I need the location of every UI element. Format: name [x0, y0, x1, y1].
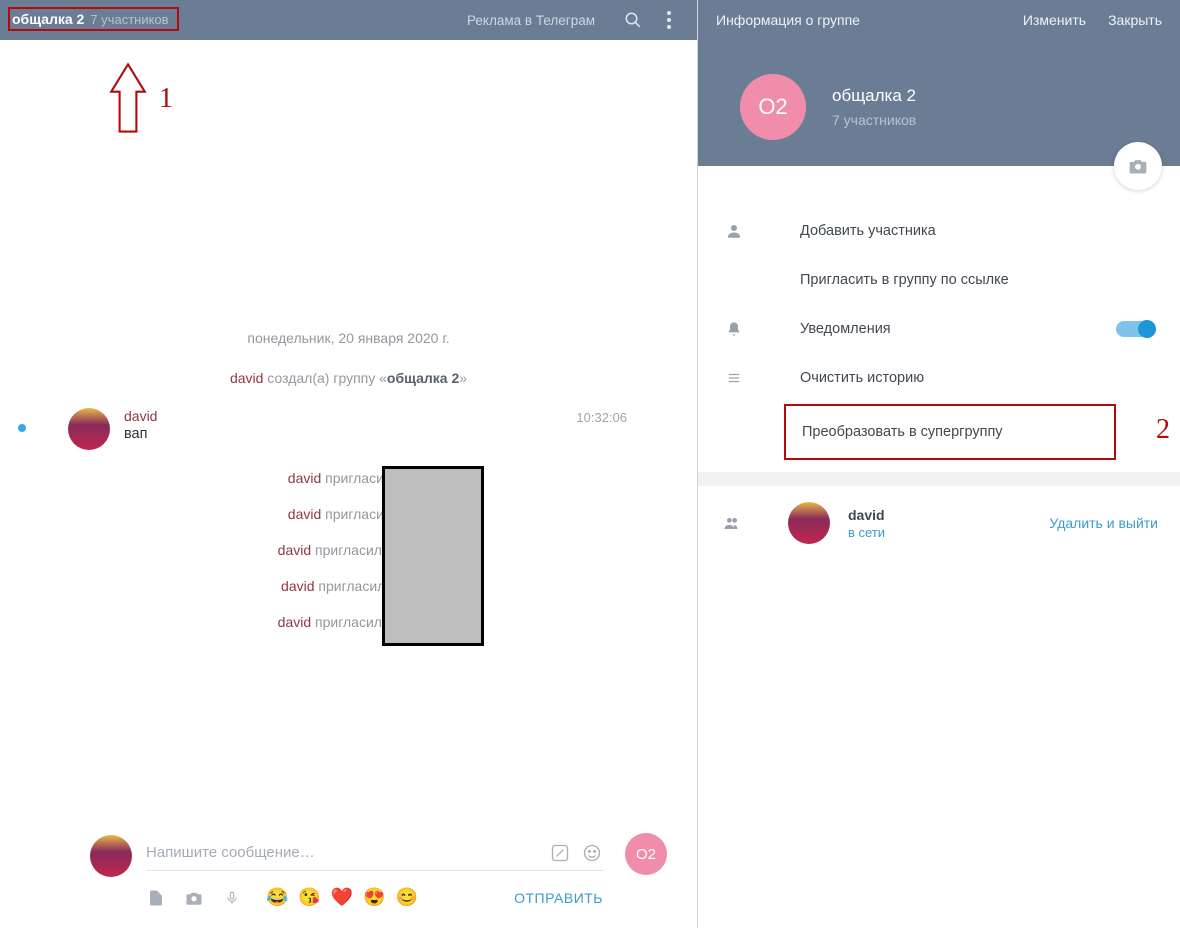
chat-panel: общалка 2 7 участников Реклама в Телегра…: [0, 0, 697, 928]
chat-title-area[interactable]: общалка 2 7 участников: [8, 7, 179, 31]
group-profile: О2 общалка 2 7 участников: [698, 40, 1180, 166]
more-icon[interactable]: [659, 10, 679, 30]
menu-lines-icon: [722, 371, 746, 385]
ad-banner[interactable]: Реклама в Телеграм: [467, 13, 595, 28]
date-divider: понедельник, 20 января 2020 г.: [0, 330, 697, 346]
camera-icon[interactable]: [184, 888, 204, 908]
members-icon: [720, 515, 748, 531]
message-row: david вап 10:32:06: [68, 408, 667, 450]
convert-supergroup-box: Преобразовать в супергруппу: [784, 404, 1116, 460]
group-name: общалка 2: [832, 86, 916, 106]
chat-title: общалка 2: [12, 11, 84, 27]
annotation-arrow-1: 1: [107, 62, 173, 136]
self-avatar[interactable]: [90, 835, 132, 877]
chat-header[interactable]: общалка 2 7 участников Реклама в Телегра…: [0, 0, 697, 40]
message-text: вап: [124, 426, 667, 442]
close-button[interactable]: Закрыть: [1108, 12, 1162, 28]
clear-history-item[interactable]: Очистить историю: [698, 354, 1180, 402]
mic-icon[interactable]: [222, 888, 242, 908]
emoji-icon[interactable]: [581, 842, 603, 864]
add-member-item[interactable]: Добавить участника: [698, 206, 1180, 256]
bell-icon: [722, 320, 746, 338]
leave-button[interactable]: Удалить и выйти: [1049, 515, 1158, 531]
group-avatar[interactable]: О2: [740, 74, 806, 140]
convert-supergroup-item[interactable]: Преобразовать в супергруппу: [786, 406, 1114, 458]
format-icon[interactable]: [549, 842, 571, 864]
recipient-avatar[interactable]: О2: [625, 833, 667, 875]
composer: Напишите сообщение… 😂: [0, 823, 697, 928]
notifications-item[interactable]: Уведомления: [698, 304, 1180, 354]
member-avatar[interactable]: [788, 502, 830, 544]
message-timestamp: 10:32:06: [576, 410, 627, 425]
member-status: в сети: [848, 525, 885, 540]
info-header: Информация о группе Изменить Закрыть: [698, 0, 1180, 40]
set-photo-button[interactable]: [1114, 142, 1162, 190]
notifications-toggle[interactable]: [1116, 321, 1154, 337]
annotation-2-label: 2: [1156, 414, 1170, 446]
group-subtitle: 7 участников: [832, 112, 916, 128]
member-name: david: [848, 507, 885, 523]
unread-dot-icon: [18, 424, 26, 432]
chat-messages: понедельник, 20 января 2020 г. david соз…: [0, 40, 697, 823]
person-icon: [722, 222, 746, 240]
message-input[interactable]: Напишите сообщение…: [146, 844, 539, 861]
send-button[interactable]: ОТПРАВИТЬ: [514, 890, 603, 906]
system-message-created: david создал(а) группу «общалка 2»: [0, 370, 697, 386]
info-header-title: Информация о группе: [716, 12, 1001, 28]
attach-file-icon[interactable]: [146, 888, 166, 908]
annotation-1-label: 1: [159, 83, 173, 115]
member-row[interactable]: david в сети Удалить и выйти: [698, 486, 1180, 560]
section-divider: [698, 472, 1180, 486]
edit-button[interactable]: Изменить: [1023, 12, 1086, 28]
info-menu: Добавить участника Пригласить в группу п…: [698, 166, 1180, 460]
quick-emoji[interactable]: 😂😘❤️😍😊: [266, 887, 418, 908]
search-icon[interactable]: [623, 10, 643, 30]
chat-subtitle: 7 участников: [90, 12, 168, 27]
invite-link-item[interactable]: Пригласить в группу по ссылке: [698, 256, 1180, 304]
redacted-block: [382, 466, 484, 646]
invite-list: david пригласил(а) david пригласил(а) da…: [0, 470, 697, 630]
group-info-panel: Информация о группе Изменить Закрыть О2 …: [697, 0, 1180, 928]
avatar[interactable]: [68, 408, 110, 450]
